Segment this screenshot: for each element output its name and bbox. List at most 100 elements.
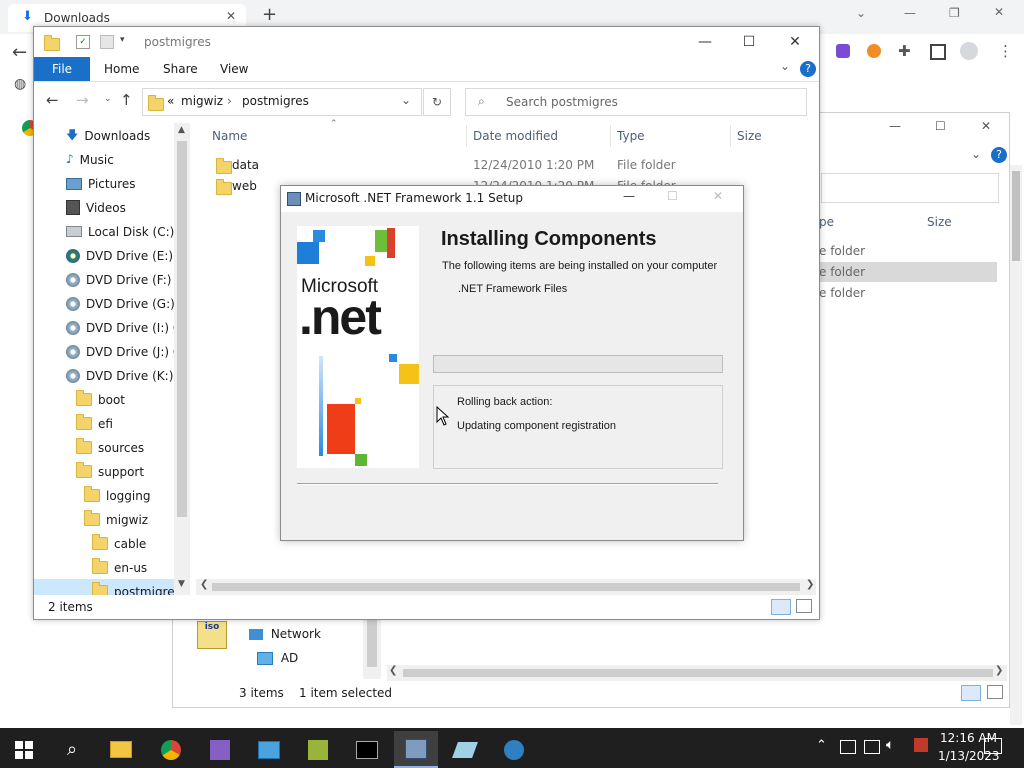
tab-file[interactable]: File (34, 57, 90, 81)
sidepanel-icon[interactable] (930, 44, 946, 60)
tiles-view-icon[interactable] (987, 685, 1003, 699)
sidebar-item-efi[interactable]: efi (76, 411, 113, 435)
date-column-header[interactable]: Date modified (473, 129, 558, 143)
details-view-icon[interactable] (961, 685, 981, 701)
sidebar-item-local-disk[interactable]: Local Disk (C:) (66, 219, 174, 243)
table-row[interactable]: e folder (819, 283, 997, 303)
maximize-icon[interactable]: ☐ (667, 189, 678, 203)
maximize-icon[interactable]: ☐ (726, 27, 772, 57)
taskbar-pen-app[interactable] (443, 731, 487, 768)
close-icon[interactable]: ✕ (772, 27, 818, 57)
minimize-icon[interactable]: — (889, 119, 901, 133)
chevron-down-icon[interactable]: ⌄ (780, 59, 790, 73)
sidebar-item-boot[interactable]: boot (76, 387, 125, 411)
close-icon[interactable]: ✕ (981, 119, 991, 133)
taskbar-network-app[interactable] (492, 731, 536, 768)
start-button[interactable] (2, 731, 46, 768)
address-bar[interactable]: « migwiz › postmigres ⌄ (142, 88, 422, 116)
taskbar-visual-studio[interactable] (198, 731, 242, 768)
iso-file-icon[interactable]: iso (197, 621, 227, 649)
nav-item-network[interactable]: Network (249, 627, 321, 641)
nav-item-ad[interactable]: AD (257, 651, 298, 665)
sidebar-item-dvd-f[interactable]: DVD Drive (F:) W (66, 267, 187, 291)
new-tab-button[interactable]: + (262, 4, 277, 25)
up-icon[interactable]: ↑ (120, 91, 133, 109)
sidebar-item-dvd-i[interactable]: DVD Drive (I:) CC (66, 315, 190, 339)
restore-icon[interactable]: ❐ (949, 6, 960, 20)
back-icon[interactable]: ← (12, 42, 27, 63)
volume-icon[interactable]: 🔈︎ (886, 737, 894, 753)
sidebar-item-dvd-g[interactable]: DVD Drive (G:) C (66, 291, 187, 315)
nav-scrollbar[interactable]: ▲ ▼ (174, 123, 190, 595)
help-icon[interactable]: ? (991, 147, 1007, 163)
profile-icon[interactable] (960, 42, 978, 60)
sidebar-item-logging[interactable]: logging (84, 483, 150, 507)
taskbar-app[interactable] (247, 731, 291, 768)
sidebar-item-dvd-k[interactable]: DVD Drive (K:) W (66, 363, 189, 387)
back-icon[interactable]: ← (46, 91, 59, 109)
content-scrollbar[interactable]: ❮ ❯ (196, 579, 816, 595)
sidebar-item-videos[interactable]: Videos (66, 195, 126, 219)
refresh-button[interactable]: ↻ (423, 88, 451, 116)
sidebar-item-dvd-e[interactable]: DVD Drive (E:) 20 (66, 243, 190, 267)
sidebar-item-pictures[interactable]: Pictures (66, 171, 136, 195)
chevron-down-icon[interactable]: ⌄ (856, 6, 866, 20)
table-row[interactable]: data 12/24/2010 1:20 PM File folder (212, 155, 812, 175)
puzzle-icon[interactable]: ✚ (898, 42, 911, 60)
fire-extension-icon[interactable] (867, 44, 881, 58)
sidebar-item-support[interactable]: support (76, 459, 144, 483)
customize-qat-icon[interactable]: ▾ (120, 35, 125, 45)
close-icon[interactable]: ✕ (994, 5, 1004, 19)
taskbar-setup[interactable] (394, 731, 438, 768)
search-button[interactable]: ⌕ (50, 731, 94, 768)
sidebar-item-sources[interactable]: sources (76, 435, 144, 459)
taskbar-file-explorer[interactable] (99, 731, 143, 768)
recent-locations-icon[interactable]: ⌄ (104, 94, 112, 104)
search-box[interactable] (821, 173, 999, 203)
maximize-icon[interactable]: ☐ (935, 119, 946, 133)
name-column-header[interactable]: Name (212, 129, 247, 143)
sidebar-item-migwiz[interactable]: migwiz (84, 507, 148, 531)
chevron-right-icon[interactable]: › (227, 94, 232, 108)
tab-view[interactable]: View (220, 62, 248, 76)
tab-home[interactable]: Home (104, 62, 139, 76)
nav-scrollbar[interactable] (363, 617, 381, 679)
breadcrumb-postmigres[interactable]: postmigres (242, 94, 309, 108)
tab-share[interactable]: Share (163, 62, 198, 76)
breadcrumb-overflow[interactable]: « (167, 94, 174, 108)
table-row-selected[interactable]: e folder (819, 262, 997, 282)
size-column-header[interactable]: Size (737, 129, 762, 143)
new-folder-icon[interactable] (100, 35, 114, 49)
search-input[interactable]: ⌕ Search postmigres (465, 88, 807, 116)
content-scrollbar[interactable]: ❮ ❯ (387, 665, 1007, 681)
type-column-header[interactable]: pe (819, 215, 834, 229)
minimize-icon[interactable]: — (904, 6, 916, 20)
security-icon[interactable] (840, 740, 856, 754)
taskbar-key-app[interactable] (296, 731, 340, 768)
sidebar-item-postmigres[interactable]: postmigres (34, 579, 190, 595)
sidebar-item-downloads[interactable]: 🡇 Downloads (66, 123, 150, 147)
tiles-view-icon[interactable] (796, 599, 812, 613)
chevron-up-icon[interactable]: ⌃ (816, 738, 827, 753)
taskbar-chrome[interactable] (149, 731, 193, 768)
chevron-down-icon[interactable]: ⌄ (401, 93, 411, 107)
network-icon[interactable] (864, 740, 880, 754)
taskbar-terminal[interactable] (345, 731, 389, 768)
extension-icon[interactable] (836, 44, 850, 58)
notification-icon[interactable] (984, 738, 1002, 754)
properties-icon[interactable]: ✓ (76, 35, 90, 49)
sidebar-item-cable[interactable]: cable (92, 531, 146, 555)
type-column-header[interactable]: Type (617, 129, 645, 143)
details-view-icon[interactable] (771, 599, 791, 615)
size-column-header[interactable]: Size (927, 215, 952, 229)
breadcrumb-migwiz[interactable]: migwiz (181, 94, 223, 108)
help-icon[interactable]: ? (800, 61, 816, 77)
close-icon[interactable]: ✕ (226, 9, 236, 23)
minimize-icon[interactable]: — (623, 189, 635, 203)
sidebar-item-music[interactable]: ♪ Music (66, 147, 114, 171)
sidebar-item-en-us[interactable]: en-us (92, 555, 147, 579)
close-icon[interactable]: ✕ (713, 189, 723, 203)
tray-app-icon[interactable] (914, 738, 928, 752)
browser-scrollbar[interactable] (1010, 165, 1022, 725)
minimize-icon[interactable]: — (682, 27, 728, 57)
